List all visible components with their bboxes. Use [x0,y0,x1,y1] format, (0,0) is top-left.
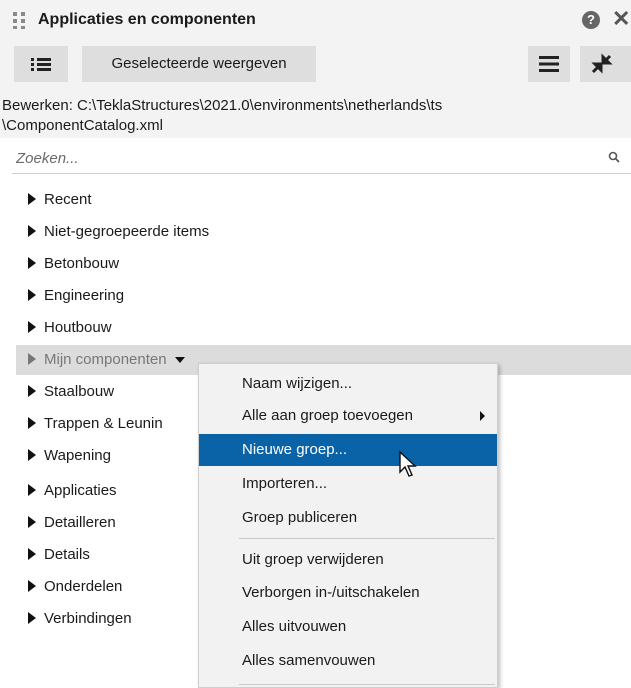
tree-item-label: Onderdelen [44,578,123,595]
expand-arrow-icon[interactable] [28,353,36,365]
expand-arrow-icon[interactable] [28,449,36,461]
menu-button[interactable] [528,46,570,82]
tree-item-label: Engineering [44,287,125,304]
show-selected-button[interactable]: Geselecteerde weergeven [82,46,316,82]
catalog-path: Bewerken: C:\TeklaStructures\2021.0\envi… [0,88,631,138]
tree-item-detailing[interactable]: Detailleren [28,508,116,538]
menu-item-rename[interactable]: Naam wijzigen... [199,368,497,400]
submenu-arrow-icon [480,411,485,421]
toolbar: Geselecteerde weergeven [0,40,631,88]
tree-item-label: Recent [44,191,92,208]
search-box [12,144,631,174]
collapse-arrows-icon [591,53,613,74]
menu-item-remove-from-group[interactable]: Uit groep verwijderen [199,544,497,576]
list-icon [31,58,51,71]
tree-item-label: Verbindingen [44,610,132,627]
drag-grip-icon[interactable] [12,11,30,29]
menu-separator [239,538,495,539]
path-line-1: Bewerken: C:\TeklaStructures\2021.0\envi… [2,97,443,114]
tree-item-label: Houtbouw [44,319,112,336]
tree-item-label: Staalbouw [44,383,115,400]
expand-arrow-icon[interactable] [28,548,36,560]
expand-arrow-icon[interactable] [28,516,36,528]
menu-item-label: Uit groep verwijderen [242,551,384,568]
tree-item-recent[interactable]: Recent [28,185,92,215]
menu-item-new-group[interactable]: Nieuwe groep... [199,434,497,466]
menu-item-label: Groep publiceren [242,509,358,526]
tree-item-details[interactable]: Details [28,540,90,570]
menu-item-import[interactable]: Importeren... [199,468,497,500]
path-line-2: \ComponentCatalog.xml [2,117,163,134]
title-bar: Applicaties en componenten ? ✕ [0,0,631,40]
tree-item-label: Niet-gegroepeerde items [44,223,210,240]
tree-item-label: Betonbouw [44,255,120,272]
tree-item-label: Detailleren [44,514,116,531]
tree-item-label: Trappen & Leunin [44,415,163,432]
menu-item-collapse-all[interactable]: Alles samenvouwen [199,645,497,677]
help-icon[interactable]: ? [582,11,600,29]
menu-item-publish-group[interactable]: Groep publiceren [199,502,497,534]
close-icon[interactable]: ✕ [612,6,630,32]
expand-arrow-icon[interactable] [28,225,36,237]
hamburger-icon [539,56,559,72]
tree-item-engineering[interactable]: Engineering [28,281,124,311]
expand-arrow-icon[interactable] [28,193,36,205]
menu-item-label: Alles samenvouwen [242,652,376,669]
mouse-cursor-icon [399,450,417,477]
tree-item-steel[interactable]: Staalbouw [28,377,114,407]
list-view-button[interactable] [14,46,68,82]
tree-item-label: Applicaties [44,482,117,499]
menu-item-label: Importeren... [242,475,328,492]
menu-item-label: Verborgen in-/uitschakelen [242,584,420,601]
expand-arrow-icon[interactable] [28,289,36,301]
tree-item-stairs-railings[interactable]: Trappen & Leunin [28,409,163,439]
search-input[interactable] [12,144,576,172]
menu-item-add-all-to-group[interactable]: Alle aan groep toevoegen [199,400,497,432]
expand-arrow-icon[interactable] [28,580,36,592]
menu-item-label: Nieuwe groep... [242,441,348,458]
tree-item-concrete[interactable]: Betonbouw [28,249,119,279]
context-menu: Naam wijzigen... Alle aan groep toevoege… [198,363,498,688]
collapse-panel-button[interactable] [580,46,631,82]
tree-item-parts[interactable]: Onderdelen [28,572,122,602]
tree-item-applications[interactable]: Applicaties [28,476,117,506]
tree-item-ungrouped[interactable]: Niet-gegroepeerde items [28,217,209,247]
menu-item-label: Alles uitvouwen [242,618,347,635]
tree-item-label: Details [44,546,90,563]
tree-item-label: Mijn componenten [44,351,167,368]
expand-arrow-icon[interactable] [28,385,36,397]
expand-arrow-icon[interactable] [28,484,36,496]
dropdown-arrow-icon[interactable] [174,357,185,363]
expand-arrow-icon[interactable] [28,612,36,624]
menu-item-label: Alle aan groep toevoegen [242,407,413,424]
tree-item-my-components[interactable]: Mijn componenten [28,345,185,375]
menu-item-label: Naam wijzigen... [242,375,353,392]
tree-item-timber[interactable]: Houtbouw [28,313,112,343]
tree-item-connections[interactable]: Verbindingen [28,604,132,634]
menu-separator [239,684,495,685]
expand-arrow-icon[interactable] [28,257,36,269]
search-icon[interactable] [608,151,620,163]
menu-item-toggle-hidden[interactable]: Verborgen in-/uitschakelen [199,577,497,609]
expand-arrow-icon[interactable] [28,321,36,333]
tree-item-label: Wapening [44,447,111,464]
tree-item-reinforcement[interactable]: Wapening [28,441,111,471]
expand-arrow-icon[interactable] [28,417,36,429]
menu-item-expand-all[interactable]: Alles uitvouwen [199,611,497,643]
panel-title: Applicaties en componenten [38,11,256,28]
